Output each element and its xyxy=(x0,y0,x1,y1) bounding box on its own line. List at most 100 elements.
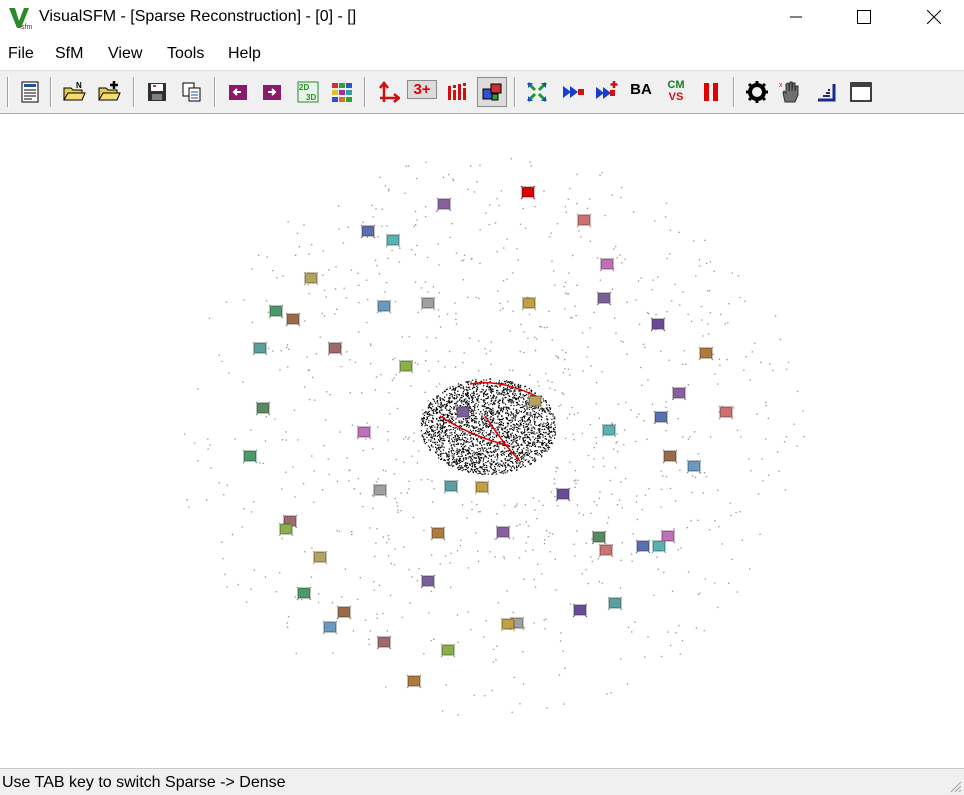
dense-point xyxy=(499,463,501,465)
incremental-reconstruction-icon[interactable] xyxy=(595,80,619,104)
dense-point xyxy=(514,426,516,428)
show-axis-icon[interactable] xyxy=(376,80,400,104)
sparse-point xyxy=(567,368,569,370)
sparse-point xyxy=(692,475,694,477)
sparse-point xyxy=(512,272,514,274)
dense-point xyxy=(451,432,453,434)
dense-point xyxy=(456,458,458,460)
dense-point xyxy=(474,430,477,432)
dense-point xyxy=(430,402,432,404)
pause-icon[interactable] xyxy=(699,80,723,104)
sparse-point xyxy=(250,588,252,590)
sparse-point xyxy=(576,530,578,532)
sparse-point xyxy=(604,214,606,217)
open-images-icon[interactable]: N xyxy=(62,80,86,104)
sparse-point xyxy=(754,342,756,344)
sparse-point xyxy=(467,567,470,569)
dense-point xyxy=(521,456,523,458)
menu-help[interactable]: Help xyxy=(228,45,261,63)
sparse-reconstruction-icon[interactable] xyxy=(561,80,585,104)
save-nvm-icon[interactable] xyxy=(145,80,169,104)
dense-point xyxy=(481,468,483,470)
maximize-button[interactable] xyxy=(841,0,887,34)
menu-tools[interactable]: Tools xyxy=(167,45,204,63)
log-window-icon[interactable] xyxy=(18,80,42,104)
camera-frustum xyxy=(591,530,607,545)
toolbar-separator xyxy=(133,77,135,107)
dense-point xyxy=(519,463,521,465)
dense-point xyxy=(531,408,533,410)
settings-gear-icon[interactable] xyxy=(745,80,769,104)
sparse-point xyxy=(606,693,608,695)
dense-point xyxy=(523,426,525,428)
copy-icon[interactable] xyxy=(180,80,204,104)
sparse-point xyxy=(614,467,617,469)
sparse-point xyxy=(502,307,504,310)
dense-point xyxy=(470,453,472,455)
dense-point xyxy=(484,423,486,425)
point-filter-button[interactable]: 3+ xyxy=(407,80,437,99)
menu-file[interactable]: File xyxy=(8,45,34,63)
dense-point xyxy=(511,432,513,434)
menu-sfm[interactable]: SfM xyxy=(55,45,83,63)
dense-point xyxy=(466,404,468,406)
dense-point xyxy=(534,407,536,409)
dense-point xyxy=(483,395,485,397)
bundle-adjustment-button[interactable]: BA xyxy=(627,81,655,98)
dense-point xyxy=(554,433,557,435)
sparse-point xyxy=(709,529,711,531)
sparse-point xyxy=(569,374,571,376)
sparse-point xyxy=(241,526,243,528)
cameras-button[interactable] xyxy=(477,77,507,107)
sparse-point xyxy=(662,475,664,477)
sparse-point xyxy=(697,519,699,521)
fullscreen-window-icon[interactable] xyxy=(849,80,873,104)
dense-point xyxy=(458,421,460,423)
dense-point xyxy=(461,434,463,436)
dense-point xyxy=(491,385,494,387)
sparse-reconstruction-viewport[interactable] xyxy=(0,116,964,766)
dense-point xyxy=(466,420,468,423)
sparse-point xyxy=(533,578,535,580)
close-button[interactable] xyxy=(911,0,957,34)
dense-point xyxy=(468,426,470,428)
sparse-point xyxy=(787,361,790,364)
sparse-point xyxy=(677,418,679,420)
switch-2d-3d-icon[interactable]: 2D 3D xyxy=(296,80,320,104)
thumbnails-icon[interactable] xyxy=(330,80,354,104)
add-images-icon[interactable] xyxy=(97,80,121,104)
compute-matches-icon[interactable] xyxy=(525,80,549,104)
dense-point xyxy=(520,392,522,394)
dense-point xyxy=(430,403,432,405)
camera-frustum xyxy=(420,574,436,589)
measure-tool-icon[interactable] xyxy=(814,80,838,104)
menu-view[interactable]: View xyxy=(108,45,142,63)
dense-point xyxy=(505,426,507,428)
sparse-point xyxy=(585,542,587,544)
dense-point xyxy=(493,401,495,403)
sparse-point xyxy=(497,290,499,292)
next-model-icon[interactable] xyxy=(260,80,284,104)
sparse-point xyxy=(264,440,267,442)
dense-cmvs-button[interactable]: CM VS xyxy=(664,79,688,104)
dense-point xyxy=(458,450,460,452)
dense-point xyxy=(443,414,445,416)
dense-point xyxy=(523,454,525,456)
dense-point xyxy=(494,448,496,450)
dense-point xyxy=(512,397,514,399)
sparse-point xyxy=(626,353,628,355)
pan-hand-icon[interactable]: x xyxy=(779,80,803,104)
dense-point xyxy=(430,439,432,441)
dense-point xyxy=(448,412,450,414)
dense-point xyxy=(513,397,515,399)
dense-point xyxy=(526,452,528,454)
minimize-button[interactable] xyxy=(773,0,819,34)
dense-point xyxy=(465,454,467,456)
sparse-point xyxy=(703,629,705,632)
previous-model-icon[interactable] xyxy=(226,80,250,104)
menu-bar: File SfM View Tools Help xyxy=(0,40,964,68)
histogram-icon[interactable] xyxy=(446,80,470,104)
resize-grip-icon[interactable] xyxy=(948,779,962,793)
dense-point xyxy=(512,426,514,428)
sparse-point xyxy=(308,253,310,255)
